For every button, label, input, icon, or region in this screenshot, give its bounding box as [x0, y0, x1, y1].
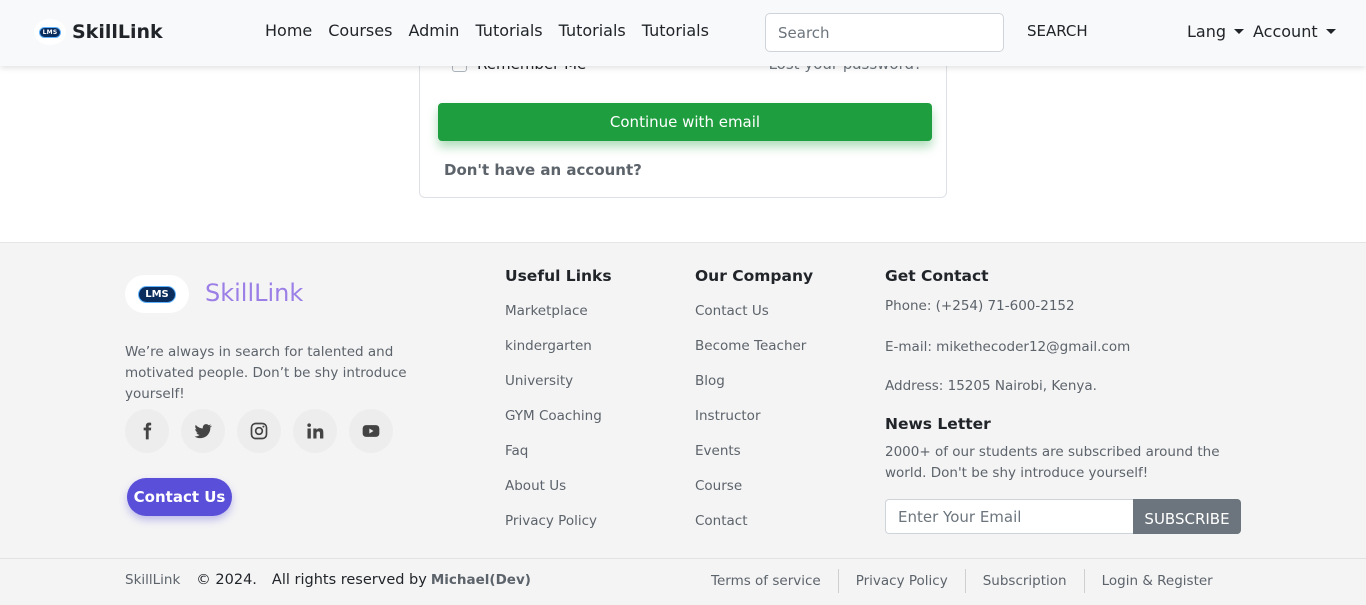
contact-phone: Phone: (+254) 71-600-2152: [885, 298, 1075, 314]
copyright-year: © 2024.: [196, 572, 257, 588]
twitter-icon[interactable]: [181, 409, 225, 453]
footer-link-blog[interactable]: Blog: [695, 373, 813, 408]
youtube-icon[interactable]: [349, 409, 393, 453]
copyright-rights: All rights reserved by: [271, 572, 427, 588]
footer: LMS SkillLink We’re always in search for…: [0, 242, 1366, 605]
copyright: SkillLink © 2024. All rights reserved by…: [125, 572, 531, 588]
continue-with-email-button[interactable]: Continue with email: [438, 103, 932, 141]
footer-link-privacy-policy[interactable]: Privacy Policy: [505, 513, 612, 548]
chevron-down-icon: [1325, 29, 1336, 34]
footer-link-gym-coaching[interactable]: GYM Coaching: [505, 408, 612, 443]
newsletter-form: SUBSCRIBE: [885, 499, 1241, 534]
footer-link-course[interactable]: Course: [695, 478, 813, 513]
nav-courses[interactable]: Courses: [328, 21, 392, 40]
footer-link-contact[interactable]: Contact: [695, 513, 813, 548]
footer-link-about-us[interactable]: About Us: [505, 478, 612, 513]
footer-link-kindergarten[interactable]: kindergarten: [505, 338, 612, 373]
nav-tutorials-3[interactable]: Tutorials: [642, 21, 709, 40]
no-account-link[interactable]: Don't have an account?: [444, 161, 642, 179]
footer-link-instructor[interactable]: Instructor: [695, 408, 813, 443]
newsletter-text: 2000+ of our students are subscribed aro…: [885, 444, 1220, 481]
footer-link-marketplace[interactable]: Marketplace: [505, 303, 612, 338]
nav-tutorials-1[interactable]: Tutorials: [475, 21, 542, 40]
footer-bottom-bar: SkillLink © 2024. All rights reserved by…: [0, 558, 1366, 605]
subscription-link[interactable]: Subscription: [964, 569, 1084, 593]
footer-about-text: We’re always in search for talented and …: [125, 344, 407, 402]
contact-column: Get Contact Phone: (+254) 71-600-2152 E-…: [885, 267, 1265, 557]
contact-us-button[interactable]: Contact Us: [127, 478, 232, 516]
contact-email: E-mail: mikethecoder12@gmail.com: [885, 339, 1131, 355]
terms-of-service-link[interactable]: Terms of service: [711, 569, 838, 593]
newsletter-title: News Letter: [885, 415, 991, 433]
instagram-icon[interactable]: [237, 409, 281, 453]
account-label: Account: [1253, 22, 1318, 41]
footer-link-events[interactable]: Events: [695, 443, 813, 478]
footer-link-contact-us[interactable]: Contact Us: [695, 303, 813, 338]
facebook-icon[interactable]: [125, 409, 169, 453]
subscribe-button[interactable]: SUBSCRIBE: [1133, 499, 1241, 534]
nav-home[interactable]: Home: [265, 21, 312, 40]
search-input[interactable]: [765, 13, 1004, 52]
footer-brand[interactable]: SkillLink: [205, 279, 303, 307]
lms-logo-icon: LMS: [34, 19, 66, 45]
nav-links: Home Courses Admin Tutorials Tutorials T…: [265, 21, 709, 40]
brand-name: SkillLink: [72, 21, 163, 43]
lang-label: Lang: [1187, 22, 1227, 41]
footer-link-become-teacher[interactable]: Become Teacher: [695, 338, 813, 373]
useful-links-title: Useful Links: [505, 267, 612, 285]
nav-admin[interactable]: Admin: [408, 21, 459, 40]
brand-link[interactable]: LMS SkillLink: [34, 19, 163, 45]
company-column: Our Company Contact Us Become Teacher Bl…: [695, 267, 813, 548]
footer-lms-logo-icon: LMS: [125, 275, 189, 313]
footer-link-university[interactable]: University: [505, 373, 612, 408]
nav-tutorials-2[interactable]: Tutorials: [559, 21, 626, 40]
login-register-link[interactable]: Login & Register: [1083, 569, 1230, 593]
account-dropdown[interactable]: Account: [1253, 22, 1336, 41]
contact-address: Address: 15205 Nairobi, Kenya.: [885, 378, 1097, 394]
useful-links-column: Useful Links Marketplace kindergarten Un…: [505, 267, 612, 548]
company-title: Our Company: [695, 267, 814, 285]
linkedin-icon[interactable]: [293, 409, 337, 453]
social-links: [125, 409, 393, 453]
contact-title: Get Contact: [885, 267, 989, 285]
navbar: LMS SkillLink Home Courses Admin Tutoria…: [0, 0, 1366, 66]
lang-dropdown[interactable]: Lang: [1187, 22, 1245, 41]
copyright-author[interactable]: Michael(Dev): [431, 572, 531, 588]
footer-link-faq[interactable]: Faq: [505, 443, 612, 478]
chevron-down-icon: [1234, 29, 1245, 34]
search-button[interactable]: SEARCH: [1027, 22, 1088, 40]
copyright-brand[interactable]: SkillLink: [125, 572, 180, 588]
privacy-policy-link[interactable]: Privacy Policy: [837, 569, 965, 593]
footer-bottom-links: Terms of service Privacy Policy Subscrip…: [711, 569, 1230, 593]
newsletter-email-input[interactable]: [885, 499, 1133, 534]
